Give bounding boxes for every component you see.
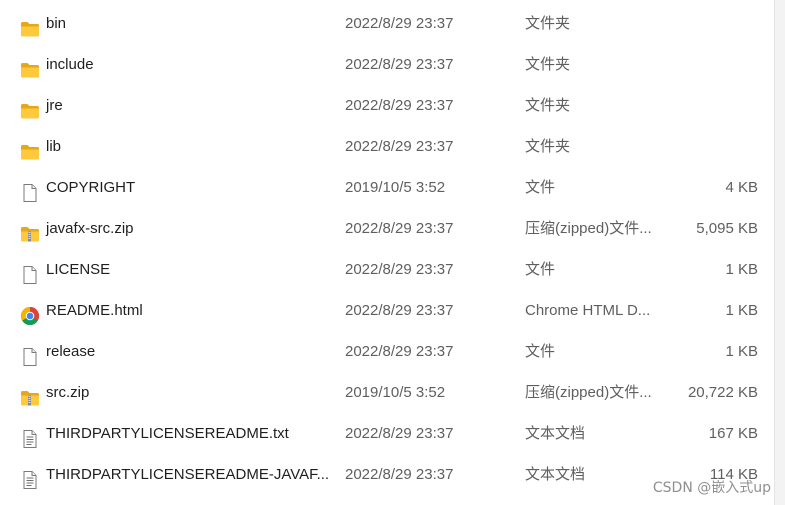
file-list: bin 2022/8/29 23:37 文件夹 include 2022/8/2… — [0, 3, 774, 495]
name-cell: README.html — [20, 290, 338, 331]
name-cell: jre — [20, 85, 338, 126]
file-date: 2022/8/29 23:37 — [345, 97, 454, 114]
file-date: 2022/8/29 23:37 — [345, 138, 454, 155]
file-row-license[interactable]: LICENSE 2022/8/29 23:37 文件 1 KB — [0, 249, 774, 290]
file-icon — [20, 260, 40, 284]
file-size: 1 KB — [725, 261, 758, 278]
vertical-scrollbar[interactable] — [774, 0, 785, 505]
file-name: lib — [46, 138, 62, 155]
file-size: 20,722 KB — [687, 384, 758, 401]
file-icon — [20, 178, 40, 202]
file-name: bin — [46, 15, 67, 32]
file-name: THIRDPARTYLICENSEREADME.txt — [46, 425, 289, 442]
file-name: jre — [46, 97, 63, 114]
name-cell: release — [20, 331, 338, 372]
file-name: javafx-src.zip — [46, 220, 134, 237]
zip-folder-icon — [20, 383, 40, 406]
file-type: 文件夹 — [525, 138, 571, 155]
file-date: 2022/8/29 23:37 — [345, 15, 454, 32]
name-cell: src.zip — [20, 372, 338, 413]
folder-icon — [20, 14, 40, 37]
file-size — [663, 3, 758, 44]
file-name: LICENSE — [46, 261, 111, 278]
file-row-thirdpartylicensereadme-txt[interactable]: THIRDPARTYLICENSEREADME.txt 2022/8/29 23… — [0, 413, 774, 454]
file-name: THIRDPARTYLICENSEREADME-JAVAF... — [46, 466, 330, 483]
name-cell: lib — [20, 126, 338, 167]
name-cell: THIRDPARTYLICENSEREADME.txt — [20, 413, 338, 454]
file-row-release[interactable]: release 2022/8/29 23:37 文件 1 KB — [0, 331, 774, 372]
file-row-javafx-src-zip[interactable]: javafx-src.zip 2022/8/29 23:37 压缩(zipped… — [0, 208, 774, 249]
file-row-include[interactable]: include 2022/8/29 23:37 文件夹 — [0, 44, 774, 85]
file-date: 2022/8/29 23:37 — [345, 425, 454, 442]
file-row-readme-html[interactable]: README.html 2022/8/29 23:37 Chrome HTML … — [0, 290, 774, 331]
file-row-copyright[interactable]: COPYRIGHT 2019/10/5 3:52 文件 4 KB — [0, 167, 774, 208]
file-type: 文件 — [525, 179, 556, 196]
name-cell: javafx-src.zip — [20, 208, 338, 249]
folder-icon — [20, 55, 40, 78]
chrome-icon — [20, 301, 40, 326]
file-size — [663, 126, 758, 167]
file-date: 2022/8/29 23:37 — [345, 343, 454, 360]
text-document-icon — [20, 465, 40, 489]
file-size: 167 KB — [708, 425, 758, 442]
file-size — [663, 44, 758, 85]
name-cell: bin — [20, 3, 338, 44]
name-cell: COPYRIGHT — [20, 167, 338, 208]
zip-folder-icon — [20, 219, 40, 242]
file-name: README.html — [46, 302, 143, 319]
file-date: 2022/8/29 23:37 — [345, 56, 454, 73]
file-type: 文件 — [525, 343, 556, 360]
file-date: 2019/10/5 3:52 — [345, 384, 446, 401]
folder-icon — [20, 96, 40, 119]
file-type: 文件夹 — [525, 97, 571, 114]
file-size: 4 KB — [725, 179, 758, 196]
file-date: 2022/8/29 23:37 — [345, 220, 454, 237]
file-type: 文件夹 — [525, 56, 571, 73]
file-type: 文件夹 — [525, 15, 571, 32]
file-name: include — [46, 56, 94, 73]
file-size: 5,095 KB — [696, 220, 758, 237]
file-row-lib[interactable]: lib 2022/8/29 23:37 文件夹 — [0, 126, 774, 167]
file-name: COPYRIGHT — [46, 179, 136, 196]
text-document-icon — [20, 424, 40, 448]
file-date: 2019/10/5 3:52 — [345, 179, 446, 196]
file-size: 1 KB — [725, 343, 758, 360]
file-row-bin[interactable]: bin 2022/8/29 23:37 文件夹 — [0, 3, 774, 44]
file-type: Chrome HTML D... — [525, 302, 651, 319]
file-size: 1 KB — [725, 302, 758, 319]
file-row-src-zip[interactable]: src.zip 2019/10/5 3:52 压缩(zipped)文件... 2… — [0, 372, 774, 413]
file-size — [663, 85, 758, 126]
file-date: 2022/8/29 23:37 — [345, 466, 454, 483]
name-cell: THIRDPARTYLICENSEREADME-JAVAF... — [20, 454, 338, 495]
file-date: 2022/8/29 23:37 — [345, 261, 454, 278]
file-name: src.zip — [46, 384, 90, 401]
file-name: release — [46, 343, 96, 360]
name-cell: LICENSE — [20, 249, 338, 290]
file-icon — [20, 342, 40, 366]
file-date: 2022/8/29 23:37 — [345, 302, 454, 319]
watermark: CSDN @嵌入式up — [652, 480, 771, 496]
name-cell: include — [20, 44, 338, 85]
file-type: 文本文档 — [525, 425, 586, 442]
file-type: 压缩(zipped)文件... — [525, 220, 652, 237]
file-type: 文本文档 — [525, 466, 586, 483]
file-type: 压缩(zipped)文件... — [525, 384, 652, 401]
folder-icon — [20, 137, 40, 160]
file-type: 文件 — [525, 261, 556, 278]
file-row-jre[interactable]: jre 2022/8/29 23:37 文件夹 — [0, 85, 774, 126]
